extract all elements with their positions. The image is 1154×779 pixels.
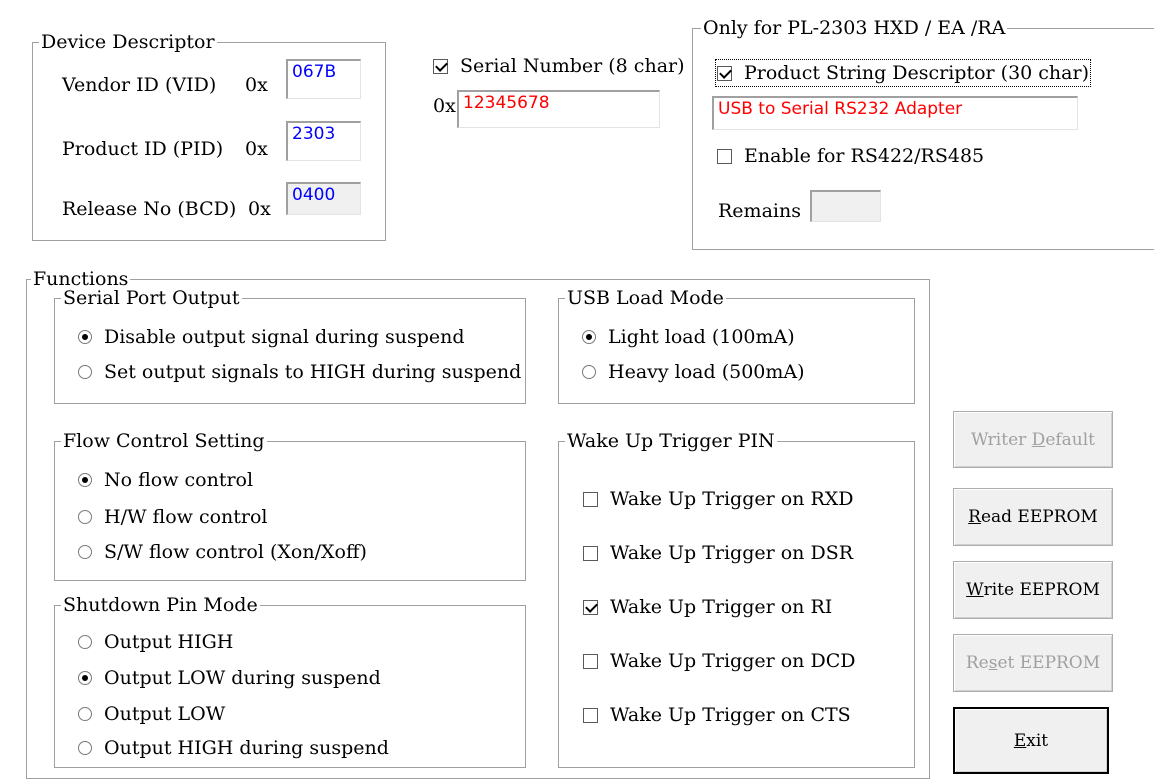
reset-eeprom-button[interactable]: Re s et EEPROM <box>953 634 1113 692</box>
flow-sw[interactable]: S/W flow control (Xon/Xoff) <box>78 540 367 564</box>
flow-sw-label: S/W flow control (Xon/Xoff) <box>104 541 367 563</box>
usb-load-light-label: Light load (100mA) <box>608 326 795 348</box>
shutdown-output-low[interactable]: Output LOW <box>78 702 225 726</box>
shutdown-output-low-suspend-label: Output LOW during suspend <box>104 667 381 689</box>
release-hex-prefix: 0x <box>248 198 271 220</box>
wake-dcd-check-icon <box>583 653 598 669</box>
shutdown-output-high-label: Output HIGH <box>104 631 234 653</box>
radio-icon <box>78 510 92 524</box>
wake-up-title: Wake Up Trigger PIN <box>565 429 777 453</box>
usb-load-mode-title: USB Load Mode <box>565 286 726 310</box>
pid-label: Product ID (PID) <box>62 138 224 160</box>
radio-icon <box>582 330 596 344</box>
vid-hex-prefix: 0x <box>245 74 268 96</box>
radio-icon <box>78 365 92 379</box>
radio-icon <box>582 365 596 379</box>
shutdown-output-low-label: Output LOW <box>104 703 226 725</box>
release-input: 0400 <box>286 182 361 215</box>
exit-accel: E <box>1013 730 1027 751</box>
write-eeprom-post: rite EEPROM <box>983 580 1100 600</box>
product-string-check-icon <box>717 65 732 81</box>
serial-port-output-title: Serial Port Output <box>61 286 242 310</box>
shutdown-pin-title: Shutdown Pin Mode <box>61 593 260 617</box>
radio-icon <box>78 671 92 685</box>
wake-rxd-label: Wake Up Trigger on RXD <box>610 488 854 510</box>
wake-ri-label: Wake Up Trigger on RI <box>610 596 833 618</box>
wake-dsr-checkbox[interactable]: Wake Up Trigger on DSR <box>583 541 853 565</box>
radio-icon <box>78 707 92 721</box>
write-eeprom-accel: W <box>966 580 984 600</box>
rs422-check-icon <box>717 148 732 164</box>
writer-default-accel: D <box>1031 429 1046 450</box>
spo-option-high[interactable]: Set output signals to HIGH during suspen… <box>78 360 521 384</box>
radio-icon <box>78 635 92 649</box>
writer-default-button[interactable]: Writer Default <box>953 411 1113 468</box>
usb-load-mode-group: USB Load Mode <box>558 286 915 404</box>
radio-icon <box>78 473 92 487</box>
reset-eeprom-accel: s <box>988 653 998 673</box>
read-eeprom-button[interactable]: Read EEPROM <box>953 488 1113 546</box>
spo-option-disable-label: Disable output signal during suspend <box>104 326 465 348</box>
read-eeprom-accel: R <box>968 507 981 527</box>
exit-post: xit <box>1026 730 1049 751</box>
usb-load-light[interactable]: Light load (100mA) <box>582 325 795 349</box>
flow-control-title: Flow Control Setting <box>61 429 267 453</box>
serial-hex-prefix: 0x <box>433 95 456 117</box>
pid-input[interactable]: 2303 <box>286 121 361 161</box>
vid-label: Vendor ID (VID) <box>62 74 217 96</box>
wake-ri-checkbox[interactable]: Wake Up Trigger on RI <box>583 595 832 619</box>
radio-icon <box>78 330 92 344</box>
writer-default-post: efault <box>1045 429 1096 450</box>
remains-label: Remains <box>718 200 801 222</box>
usb-load-heavy-label: Heavy load (500mA) <box>608 361 805 383</box>
pl2303-title: Only for PL-2303 HXD / EA /RA <box>701 16 1008 40</box>
reset-eeprom-pre: Re <box>965 653 989 673</box>
shutdown-output-high[interactable]: Output HIGH <box>78 630 233 654</box>
wake-dsr-check-icon <box>583 545 598 561</box>
radio-icon <box>78 545 92 559</box>
product-string-label: Product String Descriptor (30 char) <box>744 62 1089 84</box>
exit-button[interactable]: Exit <box>953 707 1109 774</box>
remains-field <box>810 190 881 222</box>
vid-input[interactable]: 067B <box>286 59 361 99</box>
writer-default-pre: Writer <box>970 429 1032 450</box>
wake-cts-label: Wake Up Trigger on CTS <box>610 704 851 726</box>
wake-ri-check-icon <box>583 599 598 615</box>
wake-cts-checkbox[interactable]: Wake Up Trigger on CTS <box>583 703 851 727</box>
flow-none-label: No flow control <box>104 469 254 491</box>
serial-number-check-icon <box>433 58 448 74</box>
serial-number-checkbox[interactable]: Serial Number (8 char) <box>433 54 685 78</box>
shutdown-output-high-suspend-label: Output HIGH during suspend <box>104 737 389 759</box>
pid-hex-prefix: 0x <box>245 138 268 160</box>
serial-number-label: Serial Number (8 char) <box>460 55 685 77</box>
usb-load-heavy[interactable]: Heavy load (500mA) <box>582 360 805 384</box>
serial-port-output-group: Serial Port Output <box>54 286 526 404</box>
flow-hw-label: H/W flow control <box>104 506 268 528</box>
spo-option-disable[interactable]: Disable output signal during suspend <box>78 325 465 349</box>
shutdown-output-low-suspend[interactable]: Output LOW during suspend <box>78 666 381 690</box>
read-eeprom-post: ead EEPROM <box>980 507 1098 527</box>
device-descriptor-title: Device Descriptor <box>39 30 217 54</box>
product-string-checkbox[interactable]: Product String Descriptor (30 char) <box>715 59 1091 87</box>
wake-dsr-label: Wake Up Trigger on DSR <box>610 542 854 564</box>
wake-rxd-checkbox[interactable]: Wake Up Trigger on RXD <box>583 487 854 511</box>
rs422-checkbox[interactable]: Enable for RS422/RS485 <box>717 144 984 168</box>
wake-rxd-check-icon <box>583 491 598 507</box>
wake-dcd-label: Wake Up Trigger on DCD <box>610 650 856 672</box>
serial-number-input[interactable]: 12345678 <box>457 90 660 128</box>
spo-option-high-label: Set output signals to HIGH during suspen… <box>104 361 522 383</box>
rs422-label: Enable for RS422/RS485 <box>744 145 985 167</box>
release-label: Release No (BCD) <box>62 198 237 220</box>
write-eeprom-button[interactable]: Write EEPROM <box>953 561 1113 619</box>
flow-none[interactable]: No flow control <box>78 468 253 492</box>
shutdown-output-high-suspend[interactable]: Output HIGH during suspend <box>78 736 389 760</box>
wake-dcd-checkbox[interactable]: Wake Up Trigger on DCD <box>583 649 855 673</box>
reset-eeprom-post: et EEPROM <box>997 653 1101 673</box>
wake-cts-check-icon <box>583 707 598 723</box>
radio-icon <box>78 741 92 755</box>
flow-hw[interactable]: H/W flow control <box>78 505 268 529</box>
product-string-input[interactable]: USB to Serial RS232 Adapter <box>712 96 1078 130</box>
